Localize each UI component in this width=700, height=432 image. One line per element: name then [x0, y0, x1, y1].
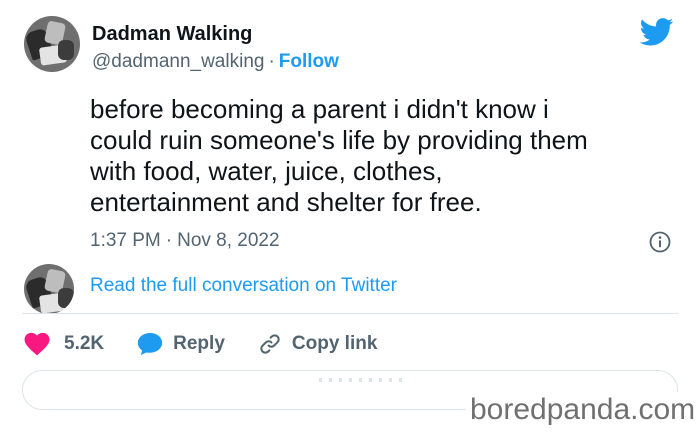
reply-button[interactable]: Reply — [137, 332, 225, 356]
read-full-conversation-link[interactable]: Read the full conversation on Twitter — [90, 275, 397, 297]
heart-icon — [24, 332, 50, 356]
tweet-time: 1:37 PM — [90, 230, 161, 251]
reply-label: Reply — [173, 333, 225, 354]
tweet-line: could ruin someone's life by providing t… — [90, 125, 588, 155]
copy-link-label: Copy link — [291, 333, 378, 354]
tweet-text: before becoming a parent i didn't know i… — [90, 94, 670, 218]
tweet-line: before becoming a parent i didn't know i — [90, 94, 549, 124]
info-icon[interactable] — [649, 231, 671, 253]
like-button[interactable]: 5.2K — [24, 332, 104, 356]
tweet-line: entertainment and shelter for free. — [90, 187, 482, 217]
divider — [22, 313, 678, 314]
timestamp-separator: · — [165, 230, 173, 251]
twitter-bird-icon[interactable] — [640, 18, 674, 46]
like-count: 5.2K — [64, 333, 105, 354]
follow-button[interactable]: Follow — [279, 51, 339, 72]
tweet-line: with food, water, juice, clothes, — [90, 156, 443, 186]
author-display-name[interactable]: Dadman Walking — [92, 23, 252, 46]
author-avatar[interactable] — [24, 16, 80, 72]
link-icon — [260, 334, 280, 354]
handle-separator: · — [268, 51, 275, 72]
author-handle[interactable]: @dadmann_walking — [92, 51, 264, 72]
copy-link-button[interactable]: Copy link — [258, 332, 378, 356]
watermark: boredpanda.com — [470, 393, 696, 426]
tweet-timestamp[interactable]: 1:37 PM · Nov 8, 2022 — [90, 230, 280, 252]
tweet-actions: 5.2K Reply Copy link — [24, 330, 377, 358]
author-handle-row: @dadmann_walking · Follow — [92, 51, 339, 73]
conversation-avatar — [24, 264, 74, 314]
tweet-date: Nov 8, 2022 — [177, 230, 280, 251]
speech-bubble-icon — [138, 332, 163, 356]
